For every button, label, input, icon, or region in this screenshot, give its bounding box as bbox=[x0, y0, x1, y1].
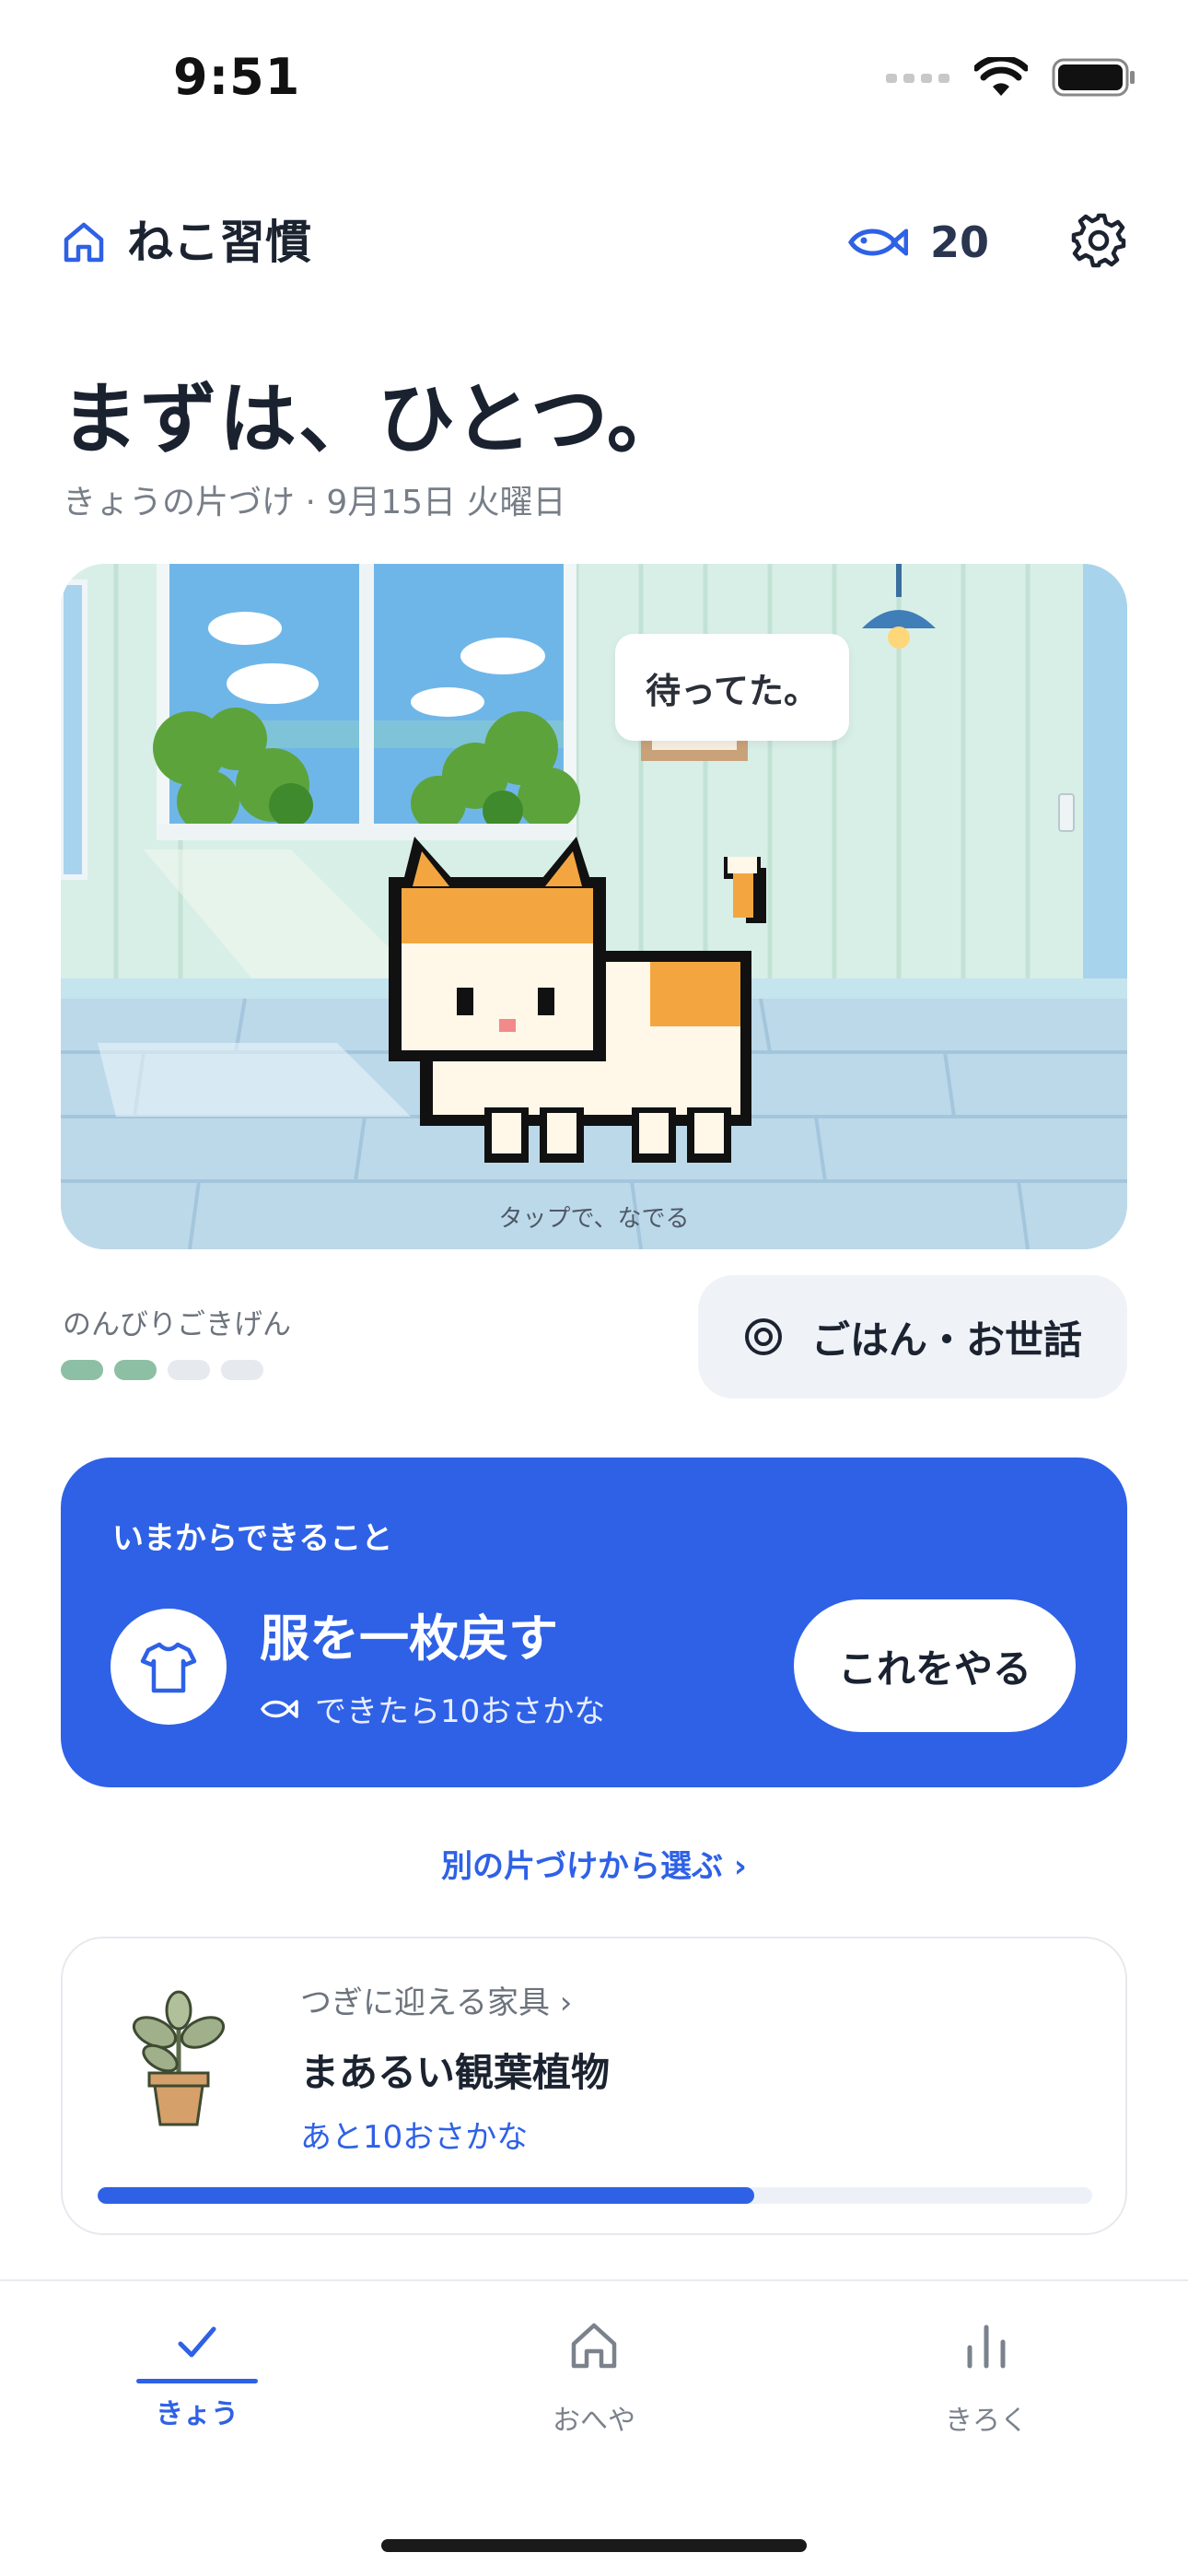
furniture-progress-bar bbox=[98, 2187, 1092, 2204]
home-icon[interactable] bbox=[61, 219, 107, 265]
check-icon bbox=[178, 2326, 216, 2358]
tap-hint: タップで、なでる bbox=[498, 1205, 690, 1233]
care-button-label: ごはん・お世話 bbox=[810, 1317, 1082, 1363]
tab-room-label: おへや bbox=[553, 2405, 635, 2437]
task-card-label: いまからできること bbox=[112, 1520, 393, 1557]
furniture-progress-fill bbox=[98, 2187, 754, 2204]
shirt-badge bbox=[111, 1609, 227, 1725]
home-indicator bbox=[381, 2539, 807, 2552]
battery-icon bbox=[1052, 58, 1135, 97]
status-icons bbox=[886, 57, 1136, 98]
fish-icon bbox=[260, 1699, 298, 1718]
fish-count-value: 20 bbox=[929, 217, 989, 267]
active-tab-indicator bbox=[136, 2379, 258, 2383]
cat-room-scene[interactable] bbox=[61, 564, 1127, 1249]
task-card: いまからできること 服を一枚戻す できたら10おさかな これをやる bbox=[61, 1458, 1127, 1787]
wifi-icon bbox=[974, 57, 1028, 96]
plant-icon bbox=[132, 1990, 226, 2126]
mood-segment bbox=[221, 1360, 263, 1380]
cat-speech-bubble: 待ってた。 bbox=[615, 634, 849, 741]
page-title: まずは、ひとつ。 bbox=[61, 374, 686, 464]
mood-label: のんびりごきげん bbox=[63, 1308, 291, 1341]
tab-today[interactable]: きょう bbox=[77, 2318, 317, 2431]
bar-chart-icon bbox=[967, 2324, 1006, 2369]
fish-counter[interactable]: 20 bbox=[847, 210, 989, 275]
do-task-button[interactable]: これをやる bbox=[794, 1599, 1076, 1732]
gear-icon[interactable] bbox=[1070, 212, 1127, 269]
task-title: 服を一枚戻す bbox=[260, 1610, 558, 1668]
tab-today-label: きょう bbox=[156, 2398, 239, 2430]
target-icon bbox=[744, 1318, 782, 1355]
app-title: ねこ習慣 bbox=[127, 216, 311, 269]
task-reward-text: できたら10おさかな bbox=[315, 1693, 606, 1730]
choose-other-task-link[interactable]: 別の片づけから選ぶ › bbox=[0, 1841, 1188, 1886]
next-furniture-card[interactable]: つぎに迎える家具 › まあるい観葉植物 あと10おさかな bbox=[61, 1937, 1127, 2235]
mood-segment bbox=[168, 1360, 210, 1380]
mood-segment bbox=[61, 1360, 103, 1380]
care-button[interactable]: ごはん・お世話 bbox=[698, 1275, 1127, 1399]
next-furniture-remaining: あと10おさかな bbox=[300, 2119, 529, 2156]
tab-room[interactable]: おへや bbox=[474, 2318, 714, 2438]
room-illustration bbox=[61, 564, 1127, 1249]
shirt-icon bbox=[140, 1642, 197, 1693]
tab-bar: きょう おへや きろく bbox=[0, 2279, 1188, 2576]
next-furniture-name: まあるい観葉植物 bbox=[300, 2050, 611, 2095]
date-subtitle: きょうの片づけ · 9月15日 火曜日 bbox=[63, 484, 566, 521]
house-icon bbox=[571, 2323, 617, 2369]
mood-segment bbox=[114, 1360, 157, 1380]
task-reward: できたら10おさかな bbox=[260, 1686, 605, 1731]
signal-icon bbox=[886, 74, 949, 83]
next-furniture-label: つぎに迎える家具 › bbox=[300, 1985, 573, 2021]
tab-records[interactable]: きろく bbox=[867, 2318, 1106, 2438]
app-header: ねこ習慣 20 bbox=[61, 210, 1127, 284]
fish-icon bbox=[848, 228, 908, 256]
tab-records-label: きろく bbox=[945, 2405, 1028, 2437]
mood-meter bbox=[61, 1360, 263, 1380]
status-time: 9:51 bbox=[173, 48, 301, 106]
